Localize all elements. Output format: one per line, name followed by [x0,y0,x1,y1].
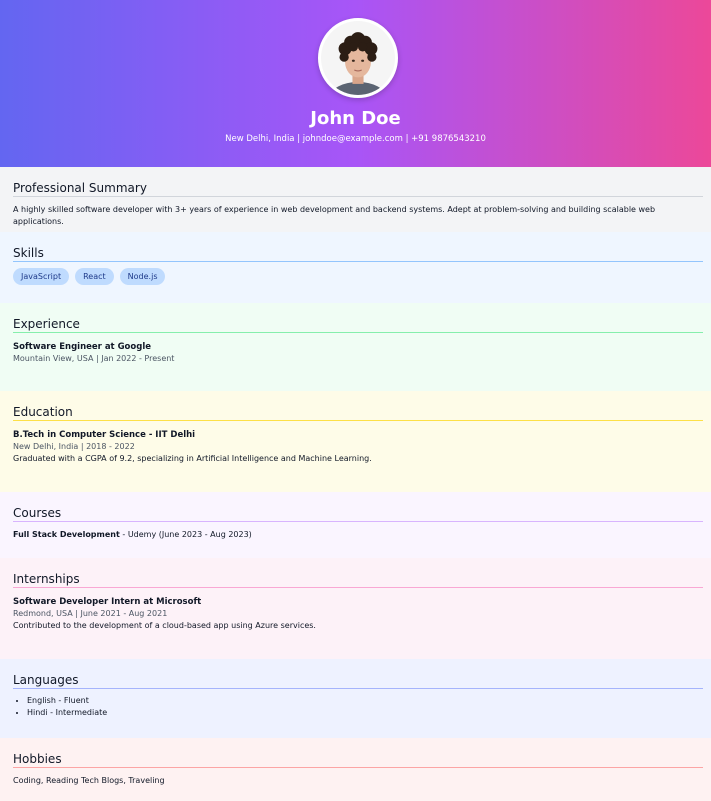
courses-heading: Courses [13,506,703,522]
hobbies-text: Coding, Reading Tech Blogs, Traveling [13,776,165,785]
skills-heading: Skills [13,246,703,262]
education-meta: New Delhi, India | 2018 - 2022 [13,442,135,451]
education-title: B.Tech in Computer Science - IIT Delhi [13,430,196,440]
experience-meta: Mountain View, USA | Jan 2022 - Present [13,354,175,363]
profile-name: John Doe [310,108,401,129]
skills-section: Skills JavaScript React Node.js [0,232,711,303]
experience-heading: Experience [13,317,703,333]
profile-header: John Doe New Delhi, India | johndoe@exam… [0,0,711,167]
skill-chip: React [75,268,114,285]
summary-text: A highly skilled software developer with… [13,205,656,226]
experience-title: Software Engineer at Google [13,342,151,352]
internships-section: Internships Software Developer Intern at… [0,558,711,659]
hobbies-section: Hobbies Coding, Reading Tech Blogs, Trav… [0,738,711,801]
internship-meta: Redmond, USA | June 2021 - Aug 2021 [13,609,168,618]
languages-section: Languages English - Fluent Hindi - Inter… [0,659,711,738]
course-item: Full Stack Development - Udemy (June 202… [13,530,252,539]
education-heading: Education [13,405,703,421]
languages-list: English - Fluent Hindi - Intermediate [13,695,703,719]
language-item: English - Fluent [27,695,703,707]
avatar [318,18,398,98]
languages-heading: Languages [13,673,703,689]
internship-title: Software Developer Intern at Microsoft [13,597,202,607]
summary-section: Professional Summary A highly skilled so… [0,167,711,232]
education-detail: Graduated with a CGPA of 9.2, specializi… [13,454,372,463]
hobbies-heading: Hobbies [13,752,703,768]
summary-heading: Professional Summary [13,181,703,197]
profile-contact: New Delhi, India | johndoe@example.com |… [225,134,486,144]
education-section: Education B.Tech in Computer Science - I… [0,391,711,492]
internship-detail: Contributed to the development of a clou… [13,621,316,630]
skills-list: JavaScript React Node.js [13,268,703,285]
courses-section: Courses Full Stack Development - Udemy (… [0,492,711,558]
experience-section: Experience Software Engineer at Google M… [0,303,711,391]
course-detail: Udemy (June 2023 - Aug 2023) [127,530,252,539]
profile-photo-icon [321,21,395,95]
skill-chip: JavaScript [13,268,70,285]
language-item: Hindi - Intermediate [27,707,703,719]
skill-chip: Node.js [119,268,166,285]
internships-heading: Internships [13,572,703,588]
course-name: Full Stack Development [13,530,120,539]
